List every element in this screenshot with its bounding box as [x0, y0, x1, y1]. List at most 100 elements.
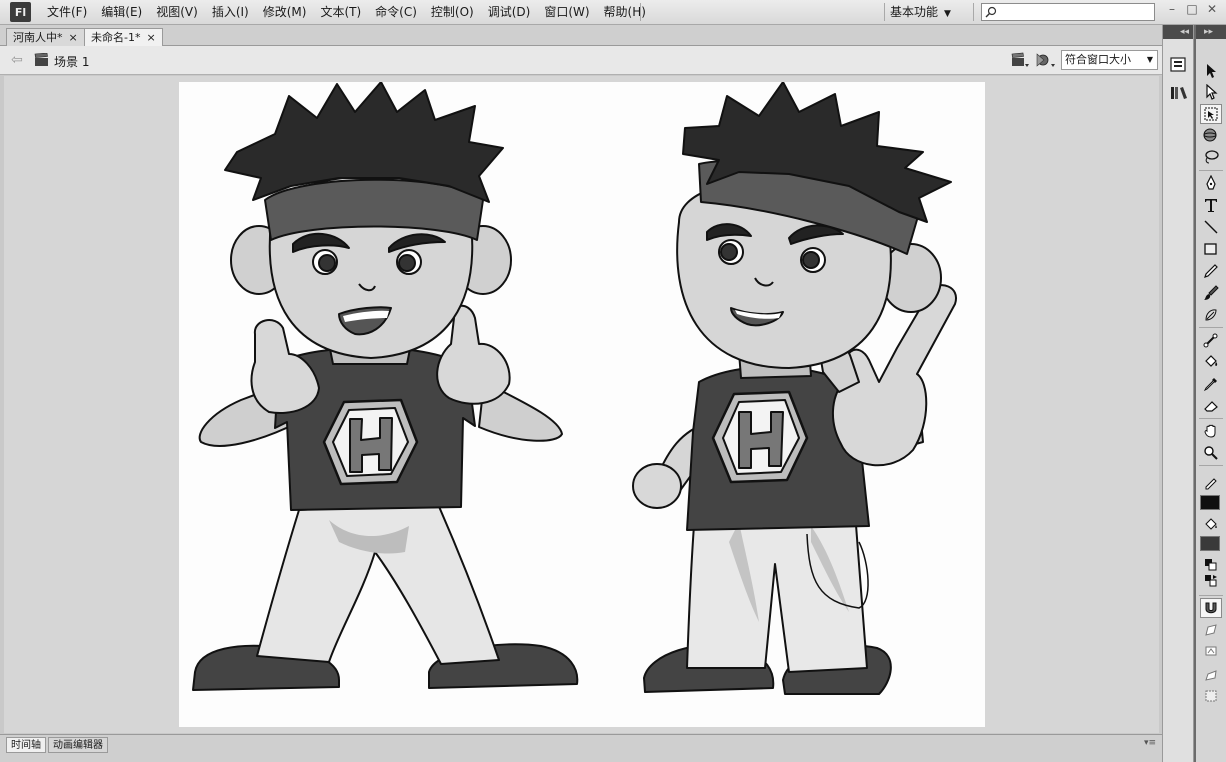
- paint-bucket-icon: [1205, 355, 1218, 367]
- zoom-select[interactable]: 符合窗口大小 ▼: [1061, 50, 1158, 70]
- line-tool[interactable]: [1200, 217, 1222, 237]
- menu-insert[interactable]: 插入(I): [205, 0, 256, 25]
- menu-debug[interactable]: 调试(D): [481, 0, 538, 25]
- menu-commands[interactable]: 命令(C): [368, 0, 424, 25]
- menu-items: 文件(F) 编辑(E) 视图(V) 插入(I) 修改(M) 文本(T) 命令(C…: [40, 0, 653, 25]
- swap-colors-button[interactable]: [1200, 571, 1222, 591]
- subselect-arrow-icon: [1206, 84, 1218, 100]
- pen-tool[interactable]: [1200, 173, 1222, 193]
- fill-bucket-icon: [1205, 518, 1217, 530]
- smooth-icon: [1205, 624, 1217, 636]
- document-tab-strip: 河南人中* × 未命名-1* ×: [0, 25, 1162, 46]
- menu-modify[interactable]: 修改(M): [256, 0, 314, 25]
- default-colors-icon: [1205, 559, 1217, 571]
- tools-panel: ▸▸: [1196, 25, 1226, 762]
- rotate-skew-button[interactable]: [1200, 665, 1222, 685]
- tab-timeline[interactable]: 时间轴: [6, 737, 46, 753]
- tool-separator: [1199, 418, 1223, 419]
- fill-color-tool[interactable]: [1200, 515, 1222, 535]
- stroke-color-tool[interactable]: [1200, 474, 1222, 494]
- pencil-icon: [1204, 264, 1218, 278]
- stage-artwork: [192, 81, 958, 695]
- hand-icon: [1204, 424, 1216, 438]
- scale-icon: [1205, 690, 1217, 702]
- minimize-button[interactable]: –: [1164, 2, 1180, 16]
- eraser-tool[interactable]: [1200, 396, 1222, 416]
- close-tab-icon[interactable]: ×: [146, 31, 155, 44]
- menu-separator: [973, 3, 974, 21]
- eraser-icon: [1204, 401, 1218, 412]
- sphere-icon: [1203, 128, 1217, 142]
- rotate-icon: [1205, 670, 1217, 681]
- text-tool[interactable]: [1200, 195, 1222, 215]
- line-icon: [1204, 220, 1218, 234]
- menu-window[interactable]: 窗口(W): [537, 0, 596, 25]
- menu-edit[interactable]: 编辑(E): [94, 0, 149, 25]
- fill-color-swatch[interactable]: [1200, 536, 1220, 551]
- menu-help[interactable]: 帮助(H): [597, 0, 653, 25]
- paint-bucket-tool[interactable]: [1200, 352, 1222, 372]
- menu-control[interactable]: 控制(O): [424, 0, 481, 25]
- 3d-rotation-tool[interactable]: [1200, 126, 1222, 146]
- free-transform-icon: [1204, 107, 1218, 121]
- bone-tool[interactable]: [1200, 330, 1222, 350]
- selection-tool[interactable]: [1200, 61, 1222, 81]
- edit-bar: ⇦ 场景 1 符合窗口大小 ▼: [0, 46, 1162, 75]
- lasso-tool[interactable]: [1200, 147, 1222, 167]
- brush-tool[interactable]: [1200, 283, 1222, 303]
- edit-scene-icon[interactable]: [1010, 52, 1030, 68]
- workspace-label: 基本功能: [890, 5, 939, 19]
- stroke-color-swatch[interactable]: [1200, 495, 1220, 510]
- eyedropper-tool[interactable]: [1200, 374, 1222, 394]
- tools-header-strip: ▸▸: [1196, 25, 1226, 39]
- pencil-tool[interactable]: [1200, 261, 1222, 281]
- menu-file[interactable]: 文件(F): [40, 0, 94, 25]
- properties-panel-icon[interactable]: [1170, 57, 1188, 73]
- straighten-icon: [1205, 646, 1217, 656]
- left-character: [192, 81, 579, 691]
- snap-to-objects-toggle[interactable]: [1200, 598, 1222, 618]
- edit-symbols-icon[interactable]: [1035, 52, 1057, 68]
- close-button[interactable]: ✕: [1204, 2, 1220, 16]
- menu-view[interactable]: 视图(V): [149, 0, 205, 25]
- menu-text[interactable]: 文本(T): [313, 0, 368, 25]
- stroke-pencil-icon: [1205, 478, 1217, 490]
- restore-button[interactable]: □: [1184, 2, 1200, 16]
- zoom-value: 符合窗口大小: [1065, 53, 1131, 66]
- deco-tool[interactable]: [1200, 305, 1222, 325]
- back-arrow-icon[interactable]: ⇦: [11, 52, 23, 68]
- scene-breadcrumb[interactable]: 场景 1: [54, 53, 89, 70]
- hand-tool[interactable]: [1200, 421, 1222, 441]
- scale-button[interactable]: [1200, 686, 1222, 706]
- magnet-icon: [1205, 602, 1217, 614]
- menu-bar: Fl 文件(F) 编辑(E) 视图(V) 插入(I) 修改(M) 文本(T) 命…: [0, 0, 1226, 25]
- brush-icon: [1204, 285, 1219, 300]
- menu-separator: [640, 3, 641, 21]
- free-transform-tool[interactable]: [1200, 104, 1222, 124]
- tab-motion-editor[interactable]: 动画编辑器: [48, 737, 108, 753]
- panel-header-strip: ◂◂: [1163, 25, 1193, 39]
- pen-icon: [1206, 175, 1216, 190]
- workspace-switcher[interactable]: 基本功能 ▼: [890, 0, 951, 25]
- collapse-tools-icon[interactable]: ▸▸: [1204, 25, 1213, 39]
- help-search-input[interactable]: [981, 3, 1155, 21]
- rectangle-icon: [1204, 243, 1217, 255]
- magnifier-icon: [1204, 446, 1218, 460]
- panel-menu-icon[interactable]: ▾≡: [1144, 738, 1156, 748]
- stage-canvas[interactable]: [179, 81, 985, 727]
- expand-panels-icon[interactable]: ◂◂: [1180, 25, 1189, 39]
- tab-henan[interactable]: 河南人中* ×: [6, 28, 85, 46]
- zoom-tool[interactable]: [1200, 443, 1222, 463]
- eyedropper-icon: [1203, 378, 1217, 392]
- tab-untitled[interactable]: 未命名-1* ×: [84, 28, 163, 46]
- smooth-button[interactable]: [1200, 620, 1222, 640]
- subselection-tool[interactable]: [1200, 82, 1222, 102]
- rectangle-tool[interactable]: [1200, 239, 1222, 259]
- library-panel-icon[interactable]: [1170, 85, 1188, 101]
- straighten-button[interactable]: [1200, 641, 1222, 661]
- right-character: [632, 81, 958, 695]
- tab-label: 未命名-1*: [91, 31, 141, 44]
- tool-separator: [1199, 327, 1223, 328]
- collapsed-panel-column: ◂◂: [1162, 25, 1194, 762]
- close-tab-icon[interactable]: ×: [69, 31, 78, 44]
